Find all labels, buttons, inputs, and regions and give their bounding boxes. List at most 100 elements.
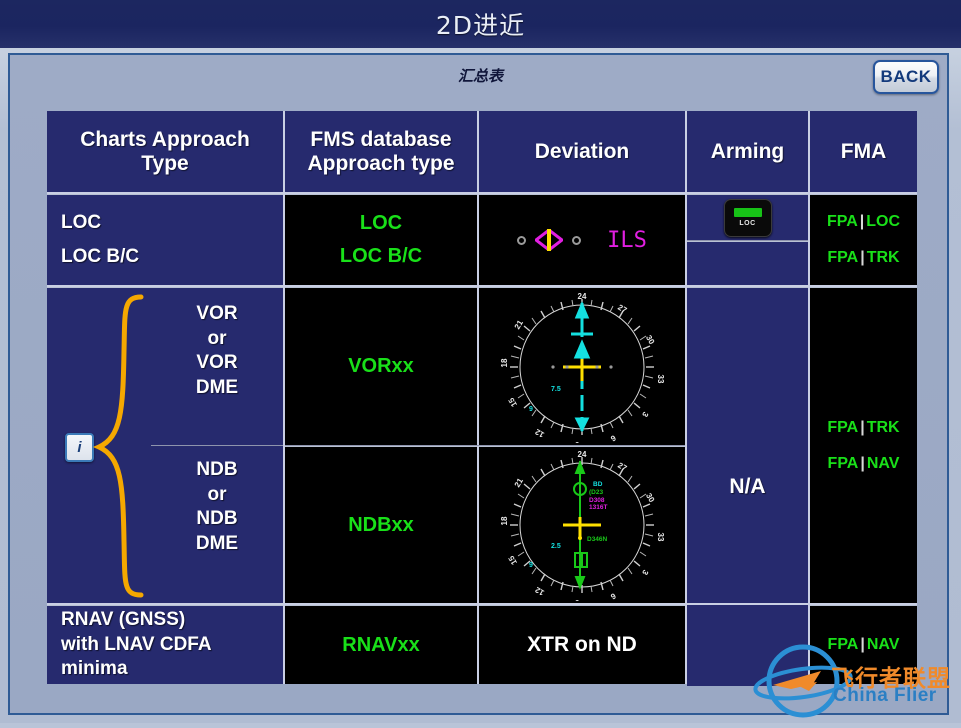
fma-lateral-mode: TRK — [866, 418, 900, 436]
charts-type-line-3: NDB — [196, 508, 238, 530]
header-line-2: Type — [141, 151, 189, 175]
panel-subtitle: 汇总表 — [457, 67, 503, 85]
app-root: 2D进近 汇总表 BACK Charts Approach Type FMS d… — [0, 0, 961, 723]
ils-deviation-indicator: ILS — [479, 228, 685, 253]
table-header-charts-approach-type: Charts Approach Type — [47, 111, 283, 192]
grid-vline-1 — [283, 111, 285, 684]
charts-type-line-2: or — [207, 483, 227, 505]
content-panel: 汇总表 BACK Charts Approach Type FMS databa… — [8, 53, 949, 715]
summary-table: Charts Approach Type FMS database Approa… — [47, 111, 917, 686]
charts-type-line-2: or — [207, 327, 227, 349]
charts-type-line-4: DME — [195, 377, 239, 399]
fms-type-value: RNAVxx — [342, 633, 420, 656]
row-vor-deviation: 24 27 30 33 3 6 9 12 15 18 21 — [479, 288, 685, 445]
ils-scale — [517, 228, 582, 252]
fma-vertical-mode: FPA — [826, 213, 858, 230]
charts-type-line-2: LOC B/C — [61, 245, 140, 267]
svg-text:33: 33 — [656, 533, 665, 542]
vor-navigation-display-icon: 24 27 30 33 3 6 9 12 15 18 21 — [493, 290, 671, 443]
fma-vertical-mode: FPA — [827, 636, 859, 653]
svg-text:18: 18 — [500, 516, 509, 525]
grid-vline-3 — [685, 111, 687, 684]
fma-line-1: FPA | LOC — [827, 213, 900, 231]
pushbutton-green-bar-icon — [733, 208, 762, 217]
ndb-type-text-group: NDB or NDB DME — [151, 458, 283, 557]
row-rnav-deviation: XTR on ND — [479, 606, 685, 684]
fma-stack: FPA | LOC FPA | TRK — [810, 213, 917, 267]
row-loc-arming: LOC — [687, 195, 808, 240]
row-rnav-charts-approach-type: RNAV (GNSS) with LNAV CDFA minima — [47, 606, 283, 684]
svg-text:18: 18 — [500, 358, 509, 367]
table-header-fms-database-approach-type: FMS database Approach type — [285, 111, 477, 192]
grid-hline-row1 — [47, 285, 917, 287]
grouping-brace-icon — [92, 294, 144, 598]
loc-arming-pushbutton[interactable]: LOC — [723, 198, 772, 237]
fms-type-line-2: LOC B/C — [339, 245, 423, 267]
svg-text:33: 33 — [656, 374, 665, 383]
grid-hline-header — [47, 192, 917, 194]
svg-text:9: 9 — [574, 440, 579, 443]
svg-text:24: 24 — [578, 292, 587, 301]
row-vor-ndb-fma: FPA | TRK FPA | NAV — [810, 288, 917, 603]
fma-separator: | — [859, 213, 865, 230]
svg-text:2.5: 2.5 — [551, 543, 561, 550]
svg-text:24: 24 — [578, 450, 587, 459]
fma-vertical-mode: FPA — [827, 418, 859, 436]
svg-text:BD: BD — [593, 481, 603, 488]
fma-separator: | — [860, 636, 865, 653]
row-ndb-deviation: 24 27 30 33 3 6 9 12 15 18 21 — [479, 447, 685, 603]
fma-separator: | — [860, 454, 865, 472]
back-button[interactable]: BACK — [873, 60, 939, 94]
svg-text:1316T: 1316T — [589, 504, 607, 511]
fma-line-2: FPA | NAV — [828, 455, 900, 473]
header-line-2: Approach type — [307, 151, 455, 175]
svg-text:D346N: D346N — [587, 536, 608, 543]
grid-vline-4 — [808, 111, 810, 684]
info-button[interactable]: i — [65, 433, 94, 462]
svg-text:9: 9 — [529, 406, 533, 413]
row-loc-charts-approach-type: LOC LOC B/C — [47, 195, 283, 285]
fms-type-value: VORxx — [348, 355, 414, 377]
header-line-1: FMS database — [310, 127, 452, 151]
charts-type-line-1: LOC — [61, 211, 102, 233]
fma-line-1: FPA | NAV — [828, 636, 900, 654]
svg-text:7.5: 7.5 — [551, 386, 561, 393]
charts-type-line-1: VOR — [196, 303, 238, 324]
fma-vertical-mode: FPA — [827, 249, 859, 266]
grid-hline-arming-sub — [687, 240, 808, 241]
charts-type-line-2: with LNAV CDFA — [61, 633, 212, 655]
deviation-dot-right — [572, 235, 582, 245]
row-vor-fms-type: VORxx — [285, 288, 477, 445]
ils-mode-label: ILS — [607, 227, 647, 253]
page-title: 2D进近 — [435, 11, 526, 40]
row-loc-fma: FPA | LOC FPA | TRK — [810, 195, 917, 285]
fma-lateral-mode: TRK — [866, 249, 900, 266]
charts-type-line-3: minima — [61, 658, 128, 680]
ndb-navigation-display-icon: 24 27 30 33 3 6 9 12 15 18 21 — [493, 449, 671, 601]
fma-vertical-mode: FPA — [827, 454, 859, 472]
fma-separator: | — [860, 249, 865, 266]
row-loc-arming-lower — [687, 242, 808, 285]
row-vor-ndb-charts-approach-type: i VOR or VOR DME NDB or NDB DME — [47, 288, 283, 603]
charts-type-line-3: VOR — [196, 352, 238, 374]
fma-line-1: FPA | TRK — [827, 419, 899, 437]
content-panel-inner: 汇总表 BACK Charts Approach Type FMS databa… — [10, 55, 947, 713]
row-rnav-fma: FPA | NAV — [810, 606, 917, 684]
charts-subrow-divider — [151, 445, 283, 446]
fma-separator: | — [860, 418, 865, 436]
deviation-dot-left — [517, 235, 527, 245]
svg-text:9: 9 — [529, 562, 533, 569]
ils-deviation-diamond-icon — [533, 228, 565, 252]
deviation-text: XTR on ND — [527, 633, 637, 656]
arming-not-applicable-label: N/A — [729, 475, 766, 498]
row-rnav-fms-type: RNAVxx — [285, 606, 477, 684]
charts-type-line-1: RNAV (GNSS) — [61, 608, 186, 630]
table-header-fma: FMA — [810, 111, 917, 192]
fma-lateral-mode: NAV — [866, 454, 900, 472]
grid-hline-row2-sub — [285, 445, 685, 446]
fma-lateral-mode: LOC — [866, 213, 901, 230]
fma-stack: FPA | TRK FPA | NAV — [810, 419, 917, 473]
row-loc-deviation: ILS — [479, 195, 685, 285]
svg-text:(D23: (D23 — [589, 489, 603, 496]
row-ndb-fms-type: NDBxx — [285, 447, 477, 603]
